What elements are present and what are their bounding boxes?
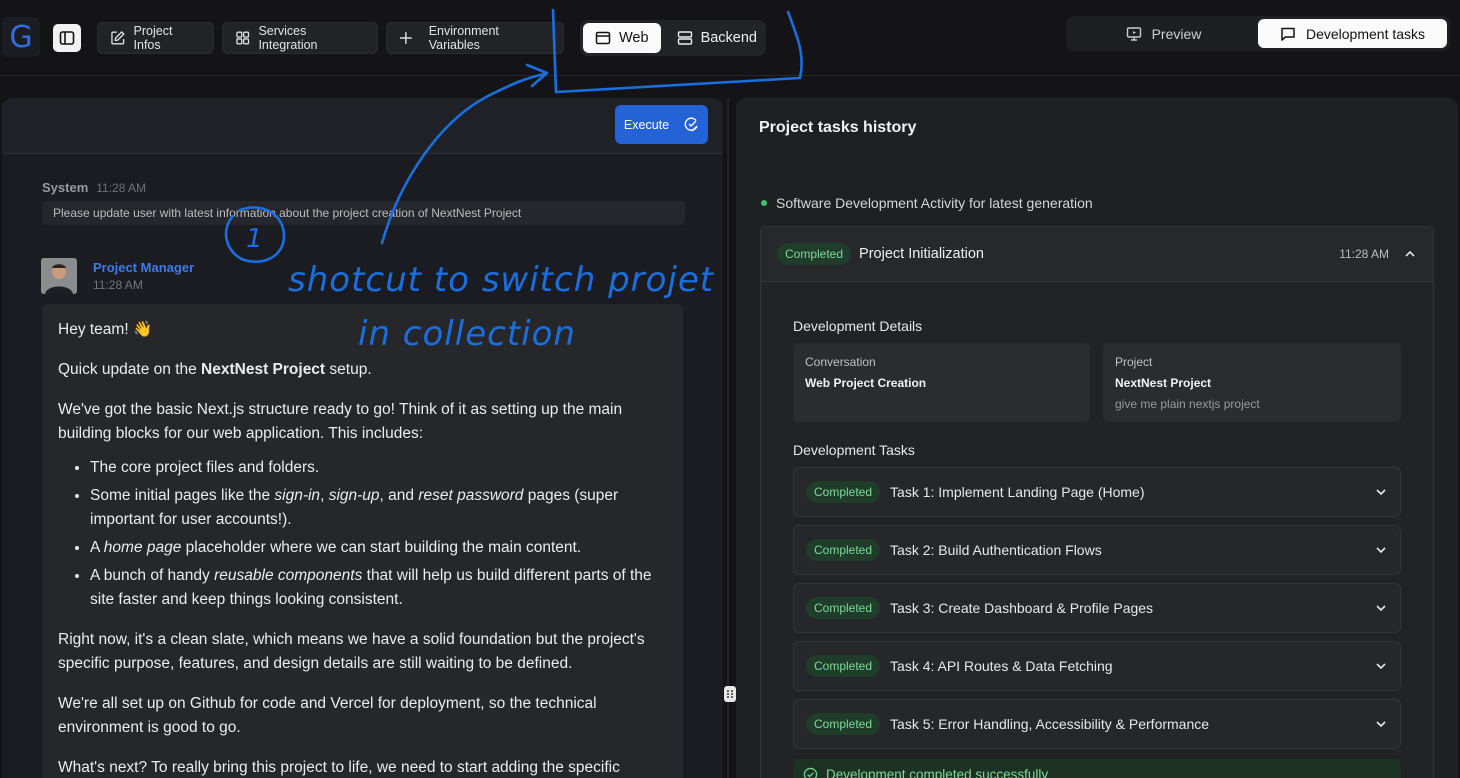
backend-tab[interactable]: Backend xyxy=(665,23,769,53)
status-badge: Completed xyxy=(777,243,852,265)
message-square-icon xyxy=(1281,27,1295,41)
development-tasks-tab[interactable]: Development tasks xyxy=(1258,19,1447,48)
chevron-down-icon xyxy=(1376,605,1386,612)
clean-slate-paragraph: Right now, it's a clean slate, which mea… xyxy=(58,631,645,672)
environment-variables-label: Environment Variables xyxy=(428,24,499,52)
task-label: Task 5: Error Handling, Accessibility & … xyxy=(890,716,1210,732)
pm-message: Hey team! 👋 Quick update on the NextNest… xyxy=(42,304,683,778)
task-row[interactable]: Completed Task 5: Error Handling, Access… xyxy=(793,699,1401,749)
services-integration-button[interactable]: Services Integration xyxy=(222,22,378,54)
completion-text: Development completed successfully xyxy=(826,767,1049,778)
preview-tab[interactable]: Preview xyxy=(1069,19,1258,48)
pm-avatar xyxy=(41,258,77,294)
includes-list: The core project files and folders. Some… xyxy=(90,456,667,612)
list-item: Some initial pages like the sign-in, sig… xyxy=(90,484,667,532)
activity-label: Software Development Activity for latest… xyxy=(776,195,1093,211)
browser-icon xyxy=(595,31,611,45)
sidebar-icon xyxy=(59,31,75,45)
project-value: NextNest Project xyxy=(1115,376,1212,390)
status-badge: Completed xyxy=(806,481,881,503)
execute-label: Execute xyxy=(623,117,670,132)
greeting: Hey team! 👋 xyxy=(58,321,153,338)
tasks-history-panel: Project tasks history Software Developme… xyxy=(736,98,1458,778)
platform-switch: Web Backend xyxy=(580,20,766,56)
status-badge: Completed xyxy=(806,597,881,619)
grid-icon xyxy=(236,31,250,45)
next-paragraph: What's next? To really bring this projec… xyxy=(58,759,620,776)
status-badge: Completed xyxy=(806,713,881,735)
pm-sender[interactable]: Project Manager xyxy=(93,260,194,275)
web-tab[interactable]: Web xyxy=(583,23,661,53)
update-paragraph: Quick update on the NextNest Project set… xyxy=(58,361,372,378)
initialization-title: Project Initialization xyxy=(859,246,984,262)
task-label: Task 2: Build Authentication Flows xyxy=(890,542,1102,558)
list-item: A bunch of handy reusable components tha… xyxy=(90,564,667,612)
execute-button[interactable]: Execute xyxy=(615,105,708,144)
task-row[interactable]: Completed Task 3: Create Dashboard & Pro… xyxy=(793,583,1401,633)
development-tasks-label: Development tasks xyxy=(1305,25,1426,42)
execute-icon xyxy=(684,117,698,131)
preview-tab-label: Preview xyxy=(1151,25,1202,42)
panel-divider xyxy=(727,98,729,778)
top-bar: G Project Infos Services Integration Env… xyxy=(0,0,1460,76)
logo-letter: G xyxy=(9,19,33,55)
conversation-value: Web Project Creation xyxy=(805,376,927,390)
backend-tab-label: Backend xyxy=(700,30,757,46)
edit-icon xyxy=(111,31,125,45)
initialization-header[interactable]: Completed Project Initialization 11:28 A… xyxy=(761,227,1433,282)
status-dot xyxy=(761,200,767,206)
structure-paragraph: We've got the basic Next.js structure re… xyxy=(58,401,623,442)
list-item: A home page placeholder where we can sta… xyxy=(90,536,667,560)
completion-banner: Development completed successfully xyxy=(793,759,1401,778)
server-icon xyxy=(677,31,692,45)
project-infos-label: Project Infos xyxy=(133,24,173,52)
system-message: System 11:28 AM Please update user with … xyxy=(42,180,685,225)
task-label: Task 3: Create Dashboard & Profile Pages xyxy=(890,600,1154,616)
pm-time: 11:28 AM xyxy=(93,278,143,292)
task-label: Task 1: Implement Landing Page (Home) xyxy=(890,484,1145,500)
chevron-down-icon xyxy=(1376,721,1386,728)
status-badge: Completed xyxy=(806,539,881,561)
list-item: The core project files and folders. xyxy=(90,456,667,480)
project-description: give me plain nextjs project xyxy=(1115,397,1260,411)
system-sender: System xyxy=(42,180,89,195)
environment-variables-button[interactable]: Environment Variables xyxy=(386,22,564,54)
chevron-down-icon xyxy=(1376,489,1386,496)
chevron-down-icon xyxy=(1376,547,1386,554)
monitor-icon xyxy=(1126,26,1141,41)
view-switch: Preview Development tasks xyxy=(1066,16,1450,51)
status-badge: Completed xyxy=(806,655,881,677)
pm-header: Project Manager 11:28 AM xyxy=(93,260,194,292)
tasks-heading: Development Tasks xyxy=(793,442,915,458)
chat-header: Execute xyxy=(2,98,723,154)
check-circle-icon xyxy=(803,767,818,778)
project-infos-button[interactable]: Project Infos xyxy=(97,22,214,54)
details-heading: Development Details xyxy=(793,318,923,334)
app-logo[interactable]: G xyxy=(2,17,40,57)
task-row[interactable]: Completed Task 1: Implement Landing Page… xyxy=(793,467,1401,517)
task-row[interactable]: Completed Task 4: API Routes & Data Fetc… xyxy=(793,641,1401,691)
web-tab-label: Web xyxy=(619,30,649,46)
deployment-paragraph: We're all set up on Github for code and … xyxy=(58,695,597,736)
task-label: Task 4: API Routes & Data Fetching xyxy=(890,658,1113,674)
activity-row: Software Development Activity for latest… xyxy=(761,195,1093,211)
conversation-card: Conversation Web Project Creation xyxy=(793,343,1090,422)
system-text: Please update user with latest informati… xyxy=(42,201,685,225)
project-card: Project NextNest Project give me plain n… xyxy=(1103,343,1401,422)
chevron-up-icon[interactable] xyxy=(1403,247,1417,261)
services-integration-label: Services Integration xyxy=(258,24,318,52)
grip-icon xyxy=(727,690,733,698)
history-title: Project tasks history xyxy=(759,119,917,136)
chevron-down-icon xyxy=(1376,663,1386,670)
task-row[interactable]: Completed Task 2: Build Authentication F… xyxy=(793,525,1401,575)
system-time: 11:28 AM xyxy=(96,181,147,195)
toggle-sidebar-button[interactable] xyxy=(53,24,81,52)
chat-panel: Execute System 11:28 AM Please update us… xyxy=(2,98,723,778)
resize-handle[interactable] xyxy=(724,686,736,702)
project-label: Project xyxy=(1115,355,1153,369)
initialization-time: 11:28 AM xyxy=(1339,247,1389,261)
plus-icon xyxy=(399,32,412,44)
conversation-label: Conversation xyxy=(805,355,876,369)
